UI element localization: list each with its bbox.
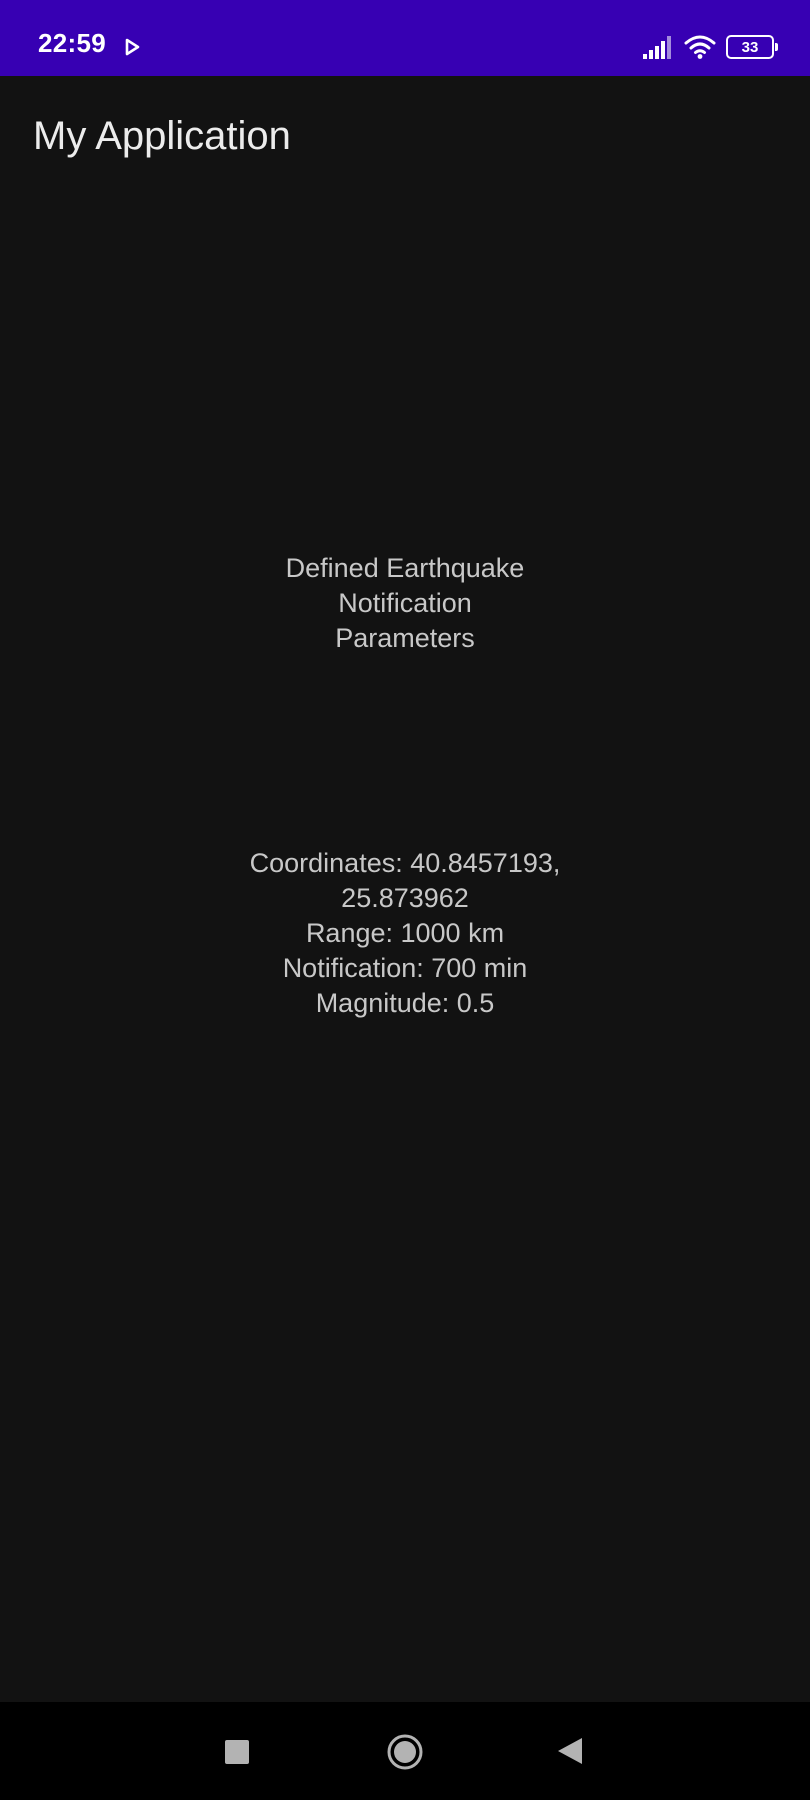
- coordinates-continued-line: 25.873962: [341, 883, 469, 913]
- wifi-icon: [684, 35, 716, 59]
- app-title: My Application: [33, 114, 291, 158]
- recents-button[interactable]: [225, 1740, 249, 1764]
- battery-level: 33: [726, 35, 774, 59]
- magnitude-line: Magnitude: 0.5: [315, 988, 495, 1018]
- play-icon: [125, 38, 140, 56]
- parameters-heading: Defined Earthquake Notification Paramete…: [230, 551, 580, 656]
- back-button[interactable]: [556, 1736, 584, 1766]
- app-screen: 22:59 33 My Application Defined Earthqua…: [0, 0, 810, 1800]
- heading-line: Notification: [338, 588, 472, 618]
- heading-line: Parameters: [335, 623, 475, 653]
- status-time: 22:59: [38, 28, 106, 58]
- status-icons: 33: [642, 30, 778, 64]
- battery-icon: 33: [726, 35, 778, 59]
- notification-line: Notification: 700 min: [282, 953, 528, 983]
- app-bar: My Application: [0, 76, 810, 196]
- coordinates-line: Coordinates: 40.8457193,: [249, 848, 561, 878]
- status-bar: 22:59 33: [0, 0, 810, 76]
- navigation-bar: [0, 1702, 810, 1800]
- battery-tip: [775, 43, 778, 51]
- home-button[interactable]: [386, 1733, 424, 1771]
- range-line: Range: 1000 km: [305, 918, 505, 948]
- signal-icon: [643, 36, 671, 59]
- heading-line: Defined Earthquake: [285, 553, 525, 583]
- parameters-text: Coordinates: 40.8457193, 25.873962 Range…: [180, 846, 630, 1021]
